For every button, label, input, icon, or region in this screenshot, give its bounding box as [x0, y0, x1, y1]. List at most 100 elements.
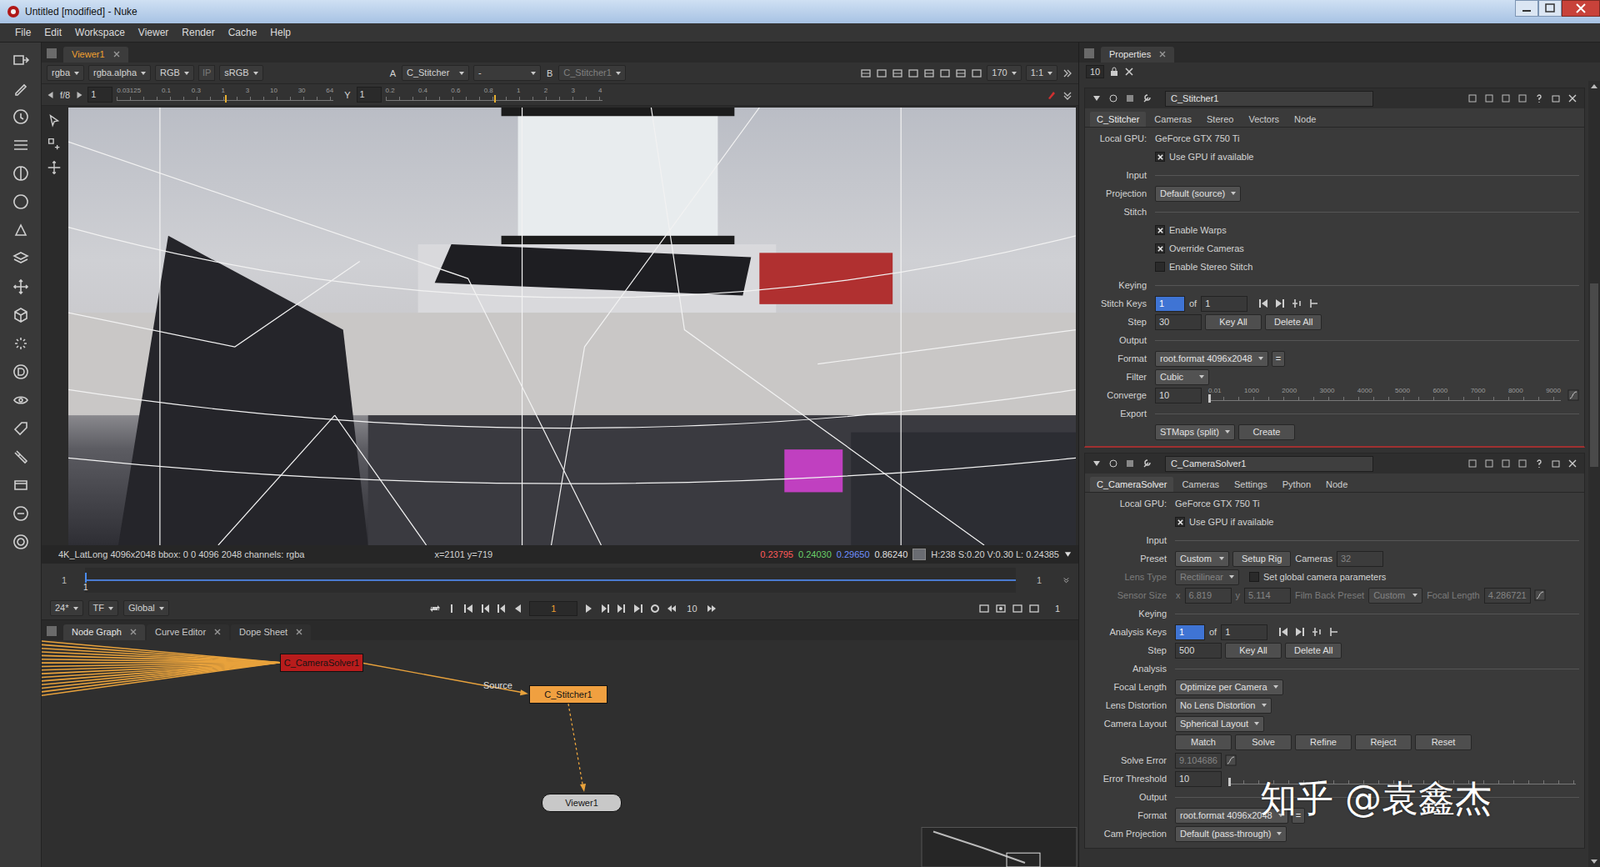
menu-item[interactable]: Workspace	[68, 26, 132, 39]
collapse-icon[interactable]	[1091, 93, 1102, 104]
expand-icon[interactable]	[1061, 89, 1074, 101]
float-icon[interactable]	[1550, 458, 1561, 469]
properties-scrollbar[interactable]	[1588, 80, 1600, 867]
button[interactable]: =	[1271, 350, 1285, 367]
remove-key-icon[interactable]	[1327, 625, 1340, 638]
gain-marker[interactable]	[225, 95, 227, 103]
help-icon[interactable]	[1534, 458, 1545, 469]
node-name-field[interactable]: C_Stitcher1	[1165, 90, 1374, 107]
step-forward-icon[interactable]	[705, 602, 718, 615]
box-icon[interactable]	[11, 475, 30, 495]
channels-icon[interactable]	[11, 135, 30, 155]
button[interactable]: Delete All	[1265, 314, 1322, 330]
keyer-icon[interactable]	[11, 220, 30, 240]
out-point-icon[interactable]	[649, 602, 661, 615]
number-field[interactable]: 9.104686	[1175, 752, 1222, 769]
dropdown[interactable]: root.format 4096x2048	[1155, 350, 1269, 367]
play-back-icon[interactable]	[512, 602, 525, 615]
panel-action-icon[interactable]	[1500, 458, 1511, 469]
add-key-icon[interactable]	[1290, 297, 1303, 310]
input-dropdown[interactable]: C_Stitcher1	[558, 65, 626, 81]
minimize-icon[interactable]	[1515, 0, 1539, 17]
close-tab-icon[interactable]	[1159, 50, 1166, 58]
pointer-icon[interactable]	[45, 112, 63, 130]
close-panel-icon[interactable]	[1567, 458, 1578, 469]
paint-icon[interactable]	[1045, 89, 1058, 101]
first-frame-icon[interactable]	[462, 602, 475, 615]
dropdown[interactable]: Custom	[1175, 550, 1230, 567]
button[interactable]: Match	[1175, 734, 1232, 750]
dropdown[interactable]: Spherical Layout	[1175, 715, 1265, 732]
remove-key-icon[interactable]	[1307, 297, 1320, 310]
number-field[interactable]: 30	[1155, 314, 1202, 330]
frame-step-field[interactable]: 10	[682, 603, 701, 614]
pause-icon[interactable]	[970, 67, 983, 80]
menu-item[interactable]: Viewer	[131, 26, 175, 39]
graph-tab[interactable]: Node Graph	[63, 624, 145, 640]
dropdown[interactable]: No Lens Distortion	[1175, 697, 1272, 714]
roi-icon[interactable]	[860, 67, 872, 80]
maximize-icon[interactable]	[1538, 0, 1562, 17]
lut-icon[interactable]	[923, 67, 935, 80]
flipbook-icon[interactable]	[978, 602, 990, 615]
pane-menu-icon[interactable]	[1084, 48, 1095, 59]
number-field[interactable]: 10	[1155, 387, 1202, 404]
node-graph-canvas[interactable]: C_CameraSolver1SourceC_Stitcher1Viewer1	[41, 640, 1079, 867]
deep-icon[interactable]	[11, 362, 30, 381]
frame-field[interactable]: 1	[529, 600, 578, 616]
button[interactable]: =	[1291, 807, 1305, 824]
prev-key-icon[interactable]	[1277, 625, 1290, 638]
number-field[interactable]: 500	[1175, 642, 1222, 659]
time-format-dropdown[interactable]: TF	[88, 600, 119, 616]
color-icon[interactable]	[1125, 458, 1135, 469]
animation-curve-icon[interactable]	[1534, 589, 1546, 601]
checkbox[interactable]: Enable Stereo Stitch	[1155, 261, 1253, 272]
button[interactable]: Reject	[1355, 734, 1412, 750]
menu-item[interactable]: Edit	[37, 26, 69, 39]
channel-dropdown[interactable]: sRGB	[219, 65, 263, 81]
brush-icon[interactable]	[11, 79, 30, 98]
channel-dropdown[interactable]: rgba	[46, 65, 85, 81]
number-field[interactable]: 6.819	[1185, 587, 1232, 604]
next-key-icon[interactable]	[1274, 297, 1286, 310]
next-step-icon[interactable]	[599, 602, 611, 615]
close-tab-icon[interactable]	[130, 628, 137, 635]
channel-dropdown[interactable]: rgba.alpha	[88, 65, 151, 81]
clock-icon[interactable]	[11, 107, 30, 126]
menu-item[interactable]: Cache	[221, 26, 265, 39]
status-menu-icon[interactable]	[1064, 550, 1072, 559]
gear-icon[interactable]	[11, 532, 30, 551]
dropdown[interactable]: root.format 4096x2048	[1175, 807, 1289, 824]
checkbox[interactable]: Use GPU if available	[1155, 151, 1255, 162]
play-icon[interactable]	[582, 602, 595, 615]
properties-tab[interactable]: Properties	[1100, 46, 1175, 63]
checkbox[interactable]: Enable Warps	[1155, 225, 1227, 235]
more-icon[interactable]	[1061, 67, 1074, 80]
gain-slider[interactable]: 0.031250.10.313103064	[116, 86, 334, 104]
wrench-icon[interactable]	[1141, 458, 1152, 469]
checkbox[interactable]: Override Cameras	[1155, 243, 1245, 254]
clear-panels-icon[interactable]	[1124, 66, 1135, 77]
collapse-icon[interactable]	[1091, 458, 1102, 469]
button[interactable]: Key All	[1205, 314, 1262, 330]
wrench-icon[interactable]	[1141, 93, 1152, 104]
button[interactable]: Create	[1238, 424, 1295, 440]
number-field[interactable]: 32	[1336, 550, 1384, 567]
panel-tab[interactable]: C_CameraSolver	[1090, 476, 1174, 492]
graph-tab[interactable]: Curve Editor	[146, 624, 230, 640]
panel-tab[interactable]: Vectors	[1241, 111, 1286, 127]
transform-icon[interactable]	[11, 277, 30, 296]
dropdown[interactable]: STMaps (split)	[1155, 424, 1235, 440]
timeline-end[interactable]: 1	[1022, 575, 1056, 585]
pane-menu-icon[interactable]	[46, 48, 57, 59]
fps-dropdown[interactable]: 24*	[50, 600, 84, 616]
button[interactable]: Refine	[1295, 734, 1352, 750]
dropdown[interactable]: Default (pass-through)	[1175, 825, 1287, 842]
panel-tab[interactable]: Node	[1319, 476, 1355, 492]
panel-action-icon[interactable]	[1484, 93, 1495, 104]
record-icon[interactable]	[995, 602, 1007, 615]
slider-handle[interactable]	[1228, 777, 1231, 786]
slider[interactable]: 0.01100020003000400050006000700080009000	[1208, 386, 1561, 404]
checkbox[interactable]: Set global camera parameters	[1249, 571, 1386, 582]
key-field[interactable]: 1	[1175, 624, 1205, 640]
